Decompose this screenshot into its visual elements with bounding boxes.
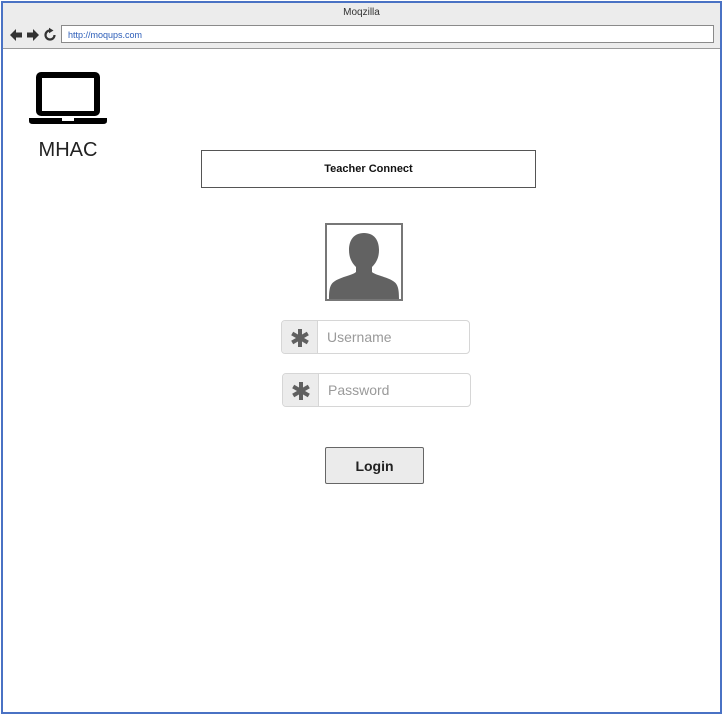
laptop-icon — [29, 69, 107, 127]
username-addon — [282, 321, 318, 353]
reload-icon — [44, 27, 56, 41]
password-input[interactable] — [319, 374, 469, 406]
user-avatar — [325, 223, 403, 301]
password-addon — [283, 374, 319, 406]
forward-button[interactable] — [25, 27, 41, 43]
browser-window: Moqzilla http://moqups.com MHAC Teacher … — [1, 1, 722, 714]
page-title: Teacher Connect — [201, 150, 536, 188]
address-bar[interactable]: http://moqups.com — [61, 25, 714, 43]
page-content: MHAC Teacher Connect Username Login — [3, 49, 720, 712]
password-field — [282, 373, 471, 407]
username-field — [281, 320, 470, 354]
asterisk-icon — [291, 329, 309, 347]
window-title: Moqzilla — [3, 3, 720, 23]
asterisk-icon — [292, 382, 310, 400]
user-silhouette-icon — [329, 233, 399, 299]
back-button[interactable] — [8, 27, 24, 43]
arrow-right-icon — [27, 29, 39, 41]
reload-button[interactable] — [42, 27, 58, 43]
username-input[interactable] — [318, 321, 468, 353]
login-button[interactable]: Login — [325, 447, 424, 484]
brand-name: MHAC — [38, 139, 98, 161]
arrow-left-icon — [10, 29, 22, 41]
navigation-bar: http://moqups.com — [3, 23, 720, 49]
